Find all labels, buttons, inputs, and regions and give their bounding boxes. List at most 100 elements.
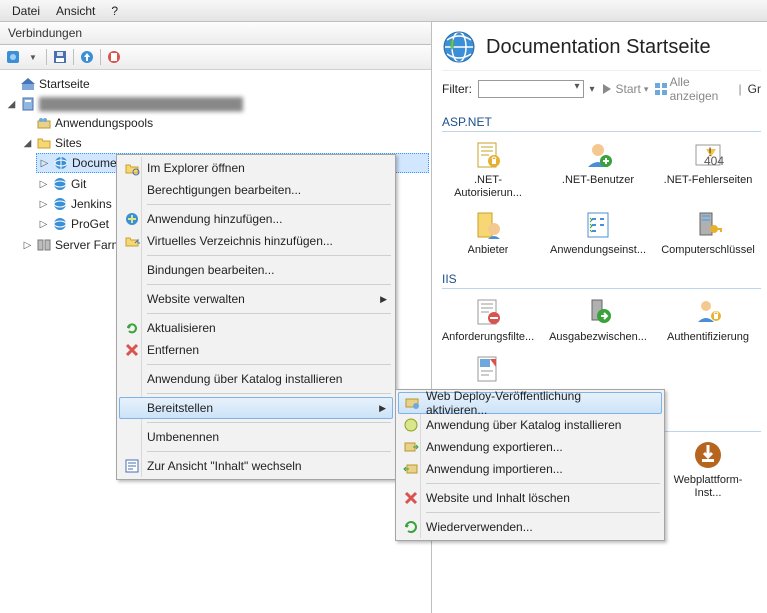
connections-title: Verbindungen	[0, 22, 431, 45]
server-icon	[20, 96, 36, 112]
filter-row: Filter: ▾ Start ▾ Alle anzeigen | Gr	[442, 70, 761, 109]
ctx-edit-permissions[interactable]: Berechtigungen bearbeiten...	[119, 179, 393, 201]
webdeploy-icon	[403, 394, 421, 412]
group-iis: IIS	[442, 270, 761, 289]
sub-install-catalog[interactable]: Anwendung über Katalog installieren	[398, 414, 662, 436]
ctx-edit-bindings[interactable]: Bindungen bearbeiten...	[119, 259, 393, 281]
ctx-add-app[interactable]: Anwendung hinzufügen...	[119, 208, 393, 230]
filter-dropdown[interactable]	[478, 80, 584, 98]
app-pools-icon	[36, 115, 52, 131]
context-menu-main: Im Explorer öffnen Berechtigungen bearbe…	[116, 154, 396, 480]
globe-icon	[52, 216, 68, 232]
connect-icon[interactable]	[4, 48, 22, 66]
export-icon	[402, 438, 420, 456]
req-filter-icon	[471, 295, 505, 329]
feature-label: .NET-Benutzer	[562, 174, 634, 187]
sub-reuse[interactable]: Wiederverwenden...	[398, 516, 662, 538]
mime-type-icon	[471, 352, 505, 386]
feature-label: .NET-Autorisierun...	[442, 174, 534, 200]
menu-help[interactable]: ?	[103, 2, 126, 20]
filter-show-all[interactable]: Alle anzeigen	[654, 75, 732, 103]
ctx-deploy[interactable]: Bereitstellen▶	[119, 397, 393, 419]
filter-start[interactable]: Start ▾	[601, 82, 649, 96]
sub-export-app[interactable]: Anwendung exportieren...	[398, 436, 662, 458]
feature-label: Ausgabezwischen...	[549, 331, 647, 344]
server-farm-icon	[36, 237, 52, 253]
filter-label: Filter:	[442, 82, 472, 96]
tree-app-pools[interactable]: Anwendungspools	[20, 114, 429, 132]
feature-webpi[interactable]: Webplattform-Inst...	[662, 438, 754, 500]
feature-output-cache[interactable]: Ausgabezwischen...	[552, 295, 644, 344]
sub-import-app[interactable]: Anwendung importieren...	[398, 458, 662, 480]
webpi-icon	[691, 438, 725, 472]
feature-label: Anwendungseinst...	[550, 244, 646, 257]
globe-icon	[53, 155, 69, 171]
app-settings-icon	[581, 208, 615, 242]
feature-machine-key[interactable]: Computerschlüssel	[662, 208, 754, 257]
tree-sites[interactable]: ◢ Sites	[20, 134, 429, 152]
ctx-rename[interactable]: Umbenennen	[119, 426, 393, 448]
providers-icon	[471, 208, 505, 242]
reuse-icon	[402, 518, 420, 536]
tree-server[interactable]: ◢ ████████████████████████	[4, 95, 429, 113]
catalog-icon	[402, 416, 420, 434]
globe-icon	[52, 196, 68, 212]
play-icon	[601, 83, 613, 95]
ctx-manage-site[interactable]: Website verwalten▶	[119, 288, 393, 310]
feature-label: Webplattform-Inst...	[662, 474, 754, 500]
page-header: Documentation Startseite	[442, 30, 761, 70]
menu-file[interactable]: Datei	[4, 2, 48, 20]
feature-net-auth[interactable]: .NET-Autorisierun...	[442, 138, 534, 200]
net-errors-icon: !404	[691, 138, 725, 172]
chevron-down-icon[interactable]: ▼	[24, 48, 42, 66]
globe-icon	[442, 30, 476, 64]
feature-authentication[interactable]: Authentifizierung	[662, 295, 754, 344]
ctx-install-catalog[interactable]: Anwendung über Katalog installieren	[119, 368, 393, 390]
feature-app-settings[interactable]: Anwendungseinst...	[552, 208, 644, 257]
page-title: Documentation Startseite	[486, 36, 711, 59]
sub-enable-webdeploy[interactable]: Web Deploy-Veröffentlichung aktivieren..…	[398, 392, 662, 414]
remove-icon	[123, 341, 141, 359]
content-view-icon	[123, 457, 141, 475]
tree-start[interactable]: Startseite	[4, 75, 429, 93]
ctx-content-view[interactable]: Zur Ansicht "Inhalt" wechseln	[119, 455, 393, 477]
delete-icon[interactable]	[105, 48, 123, 66]
ctx-remove[interactable]: Entfernen	[119, 339, 393, 361]
authentication-icon	[691, 295, 725, 329]
connections-toolbar: ▼	[0, 45, 431, 70]
grid-icon	[654, 82, 666, 96]
machine-key-icon	[691, 208, 725, 242]
menubar: Datei Ansicht ?	[0, 0, 767, 22]
folder-icon	[36, 135, 52, 151]
group-aspnet: ASP.NET	[442, 113, 761, 132]
svg-text:404: 404	[704, 154, 724, 168]
ctx-refresh[interactable]: Aktualisieren	[119, 317, 393, 339]
menu-view[interactable]: Ansicht	[48, 2, 103, 20]
net-auth-icon	[471, 138, 505, 172]
refresh-icon	[123, 319, 141, 337]
add-app-icon	[123, 210, 141, 228]
ctx-open-explorer[interactable]: Im Explorer öffnen	[119, 157, 393, 179]
feature-label: .NET-Fehlerseiten	[664, 174, 753, 187]
feature-req-filter[interactable]: Anforderungsfilte...	[442, 295, 534, 344]
feature-label: Anforderungsfilte...	[442, 331, 534, 344]
import-icon	[402, 460, 420, 478]
up-icon[interactable]	[78, 48, 96, 66]
output-cache-icon	[581, 295, 615, 329]
context-menu-deploy: Web Deploy-Veröffentlichung aktivieren..…	[395, 389, 665, 541]
feature-label: Anbieter	[468, 244, 509, 257]
save-icon[interactable]	[51, 48, 69, 66]
ctx-add-vdir[interactable]: Virtuelles Verzeichnis hinzufügen...	[119, 230, 393, 252]
explorer-icon	[123, 159, 141, 177]
net-users-icon	[581, 138, 615, 172]
feature-label: Authentifizierung	[667, 331, 749, 344]
group-by[interactable]: Gr	[748, 82, 761, 96]
globe-icon	[52, 176, 68, 192]
add-vdir-icon	[123, 232, 141, 250]
feature-net-users[interactable]: .NET-Benutzer	[552, 138, 644, 200]
home-icon	[20, 76, 36, 92]
feature-net-errors[interactable]: !404 .NET-Fehlerseiten	[662, 138, 754, 200]
feature-providers[interactable]: Anbieter	[442, 208, 534, 257]
sub-delete-site[interactable]: Website und Inhalt löschen	[398, 487, 662, 509]
feature-label: Computerschlüssel	[661, 244, 755, 257]
